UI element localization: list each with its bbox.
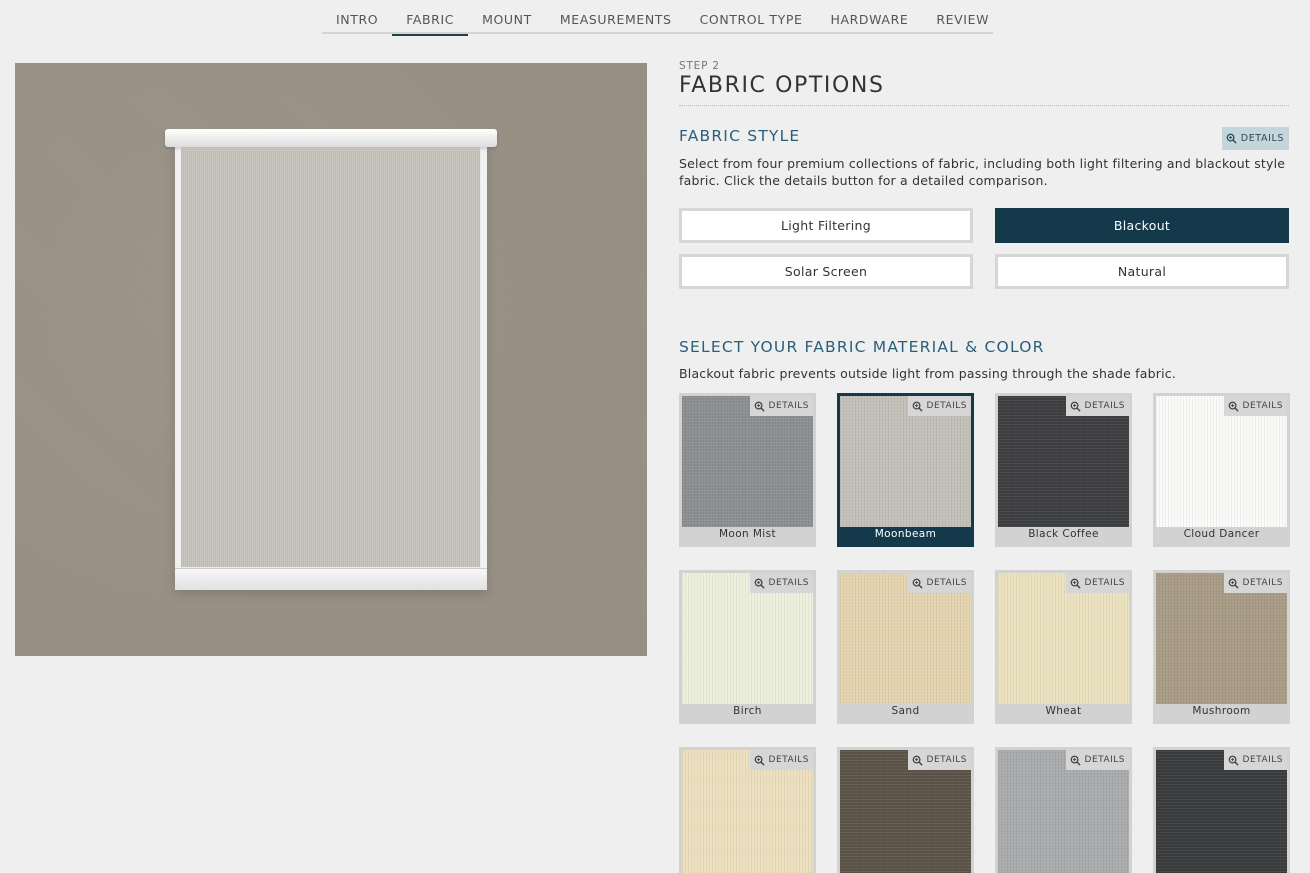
details-label: DETAILS — [1084, 401, 1125, 411]
details-label: DETAILS — [1242, 755, 1283, 765]
swatch-name: Sand — [891, 705, 920, 717]
swatch-wheat[interactable]: DETAILS Wheat — [995, 570, 1132, 724]
swatch-moon-mist[interactable]: DETAILS Moon Mist — [679, 393, 816, 547]
swatch-details-button[interactable]: DETAILS — [1223, 396, 1287, 416]
swatch-name: Moonbeam — [874, 528, 937, 540]
swatch-name: Wheat — [1045, 705, 1082, 717]
swatch-name: Birch — [733, 705, 762, 717]
swatch-details-button[interactable]: DETAILS — [1065, 396, 1129, 416]
swatch-details-button[interactable]: DETAILS — [749, 396, 813, 416]
magnifier-icon — [754, 755, 765, 766]
nav-tab-mount[interactable]: MOUNT — [468, 0, 546, 34]
magnifier-icon — [1226, 133, 1237, 144]
material-title: SELECT YOUR FABRIC MATERIAL & COLOR — [679, 338, 1045, 356]
swatch-name: Moon Mist — [718, 528, 777, 540]
swatch-details-button[interactable]: DETAILS — [907, 573, 971, 593]
style-option-light-filtering[interactable]: Light Filtering — [679, 208, 973, 243]
magnifier-icon — [754, 578, 765, 589]
swatch-details-button[interactable]: DETAILS — [1223, 750, 1287, 770]
details-label: DETAILS — [926, 755, 967, 765]
nav-tab-hardware[interactable]: HARDWARE — [816, 0, 922, 34]
swatch-details-button[interactable]: DETAILS — [1223, 573, 1287, 593]
swatch-name: Mushroom — [1192, 705, 1251, 717]
details-label: DETAILS — [926, 401, 967, 411]
swatch-gray[interactable]: DETAILS — [995, 747, 1132, 873]
swatch-sand[interactable]: DETAILS Sand — [837, 570, 974, 724]
swatch-moonbeam[interactable]: DETAILS Moonbeam — [837, 393, 974, 547]
details-label: DETAILS — [1084, 578, 1125, 588]
details-label: DETAILS — [768, 755, 809, 765]
swatch-cloud-dancer[interactable]: DETAILS Cloud Dancer — [1153, 393, 1290, 547]
style-option-natural[interactable]: Natural — [995, 254, 1289, 289]
magnifier-icon — [1228, 401, 1239, 412]
magnifier-icon — [1228, 755, 1239, 766]
swatch-details-button[interactable]: DETAILS — [749, 750, 813, 770]
magnifier-icon — [1070, 578, 1081, 589]
title-divider — [679, 105, 1289, 106]
step-label: STEP 2 — [679, 60, 720, 72]
swatch-mushroom[interactable]: DETAILS Mushroom — [1153, 570, 1290, 724]
swatch-details-button[interactable]: DETAILS — [1065, 573, 1129, 593]
style-option-blackout[interactable]: Blackout — [995, 208, 1289, 243]
nav-tab-intro[interactable]: INTRO — [322, 0, 392, 34]
fabric-style-options: Light Filtering Blackout Solar Screen Na… — [679, 208, 1289, 289]
details-label: DETAILS — [926, 578, 967, 588]
magnifier-icon — [912, 578, 923, 589]
swatch-black-coffee[interactable]: DETAILS Black Coffee — [995, 393, 1132, 547]
magnifier-icon — [1070, 401, 1081, 412]
window-sill — [175, 568, 487, 590]
swatch-name: Cloud Dancer — [1183, 528, 1260, 540]
details-label: DETAILS — [768, 578, 809, 588]
nav-tab-review[interactable]: REVIEW — [922, 0, 1003, 34]
swatch-brown[interactable]: DETAILS — [837, 747, 974, 873]
magnifier-icon — [1228, 578, 1239, 589]
page-title: FABRIC OPTIONS — [679, 73, 885, 98]
details-label: DETAILS — [1240, 133, 1284, 144]
fabric-style-title: FABRIC STYLE — [679, 127, 801, 145]
nav-tab-control-type[interactable]: CONTROL TYPE — [686, 0, 817, 34]
nav-tab-measurements[interactable]: MEASUREMENTS — [546, 0, 686, 34]
details-label: DETAILS — [1084, 755, 1125, 765]
shade-preview — [15, 63, 647, 656]
fabric-style-details-button[interactable]: DETAILS — [1221, 127, 1289, 150]
details-label: DETAILS — [1242, 401, 1283, 411]
nav-tab-fabric[interactable]: FABRIC — [392, 0, 468, 36]
magnifier-icon — [754, 401, 765, 412]
fabric-swatch-grid: DETAILS Moon Mist DETAILS Moonbeam DETAI… — [679, 393, 1290, 873]
magnifier-icon — [912, 755, 923, 766]
magnifier-icon — [1070, 755, 1081, 766]
material-description: Blackout fabric prevents outside light f… — [679, 366, 1176, 381]
swatch-details-button[interactable]: DETAILS — [907, 396, 971, 416]
swatch-birch[interactable]: DETAILS Birch — [679, 570, 816, 724]
swatch-details-button[interactable]: DETAILS — [1065, 750, 1129, 770]
options-panel: STEP 2 FABRIC OPTIONS FABRIC STYLE DETAI… — [679, 60, 1289, 381]
details-label: DETAILS — [1242, 578, 1283, 588]
swatch-charcoal[interactable]: DETAILS — [1153, 747, 1290, 873]
magnifier-icon — [912, 401, 923, 412]
style-option-solar-screen[interactable]: Solar Screen — [679, 254, 973, 289]
fabric-style-description: Select from four premium collections of … — [679, 156, 1286, 188]
fabric-style-header: FABRIC STYLE DETAILS — [679, 127, 1289, 150]
swatch-name: Black Coffee — [1028, 528, 1099, 540]
swatch-details-button[interactable]: DETAILS — [749, 573, 813, 593]
swatch-details-button[interactable]: DETAILS — [907, 750, 971, 770]
swatch-cream[interactable]: DETAILS — [679, 747, 816, 873]
details-label: DETAILS — [768, 401, 809, 411]
shade-fabric-preview — [181, 147, 480, 567]
shade-headrail — [165, 129, 497, 147]
step-navigation: INTRO FABRIC MOUNT MEASUREMENTS CONTROL … — [322, 0, 993, 36]
